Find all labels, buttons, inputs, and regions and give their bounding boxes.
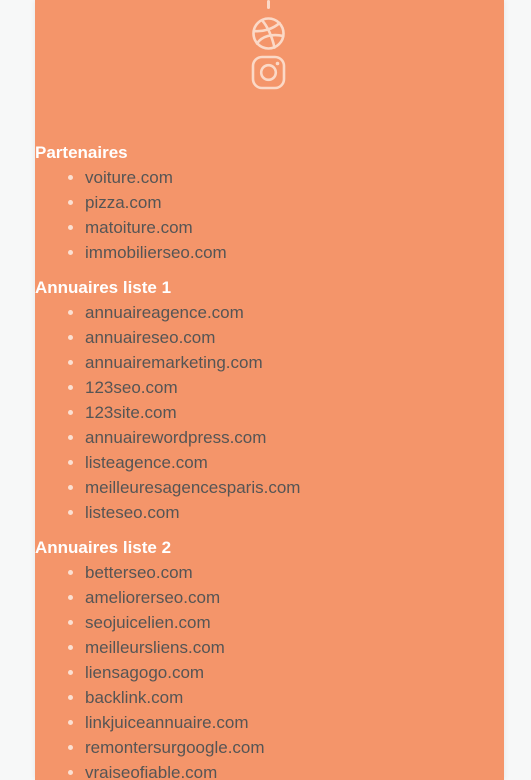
list-item: annuairewordpress.com <box>35 425 504 450</box>
link[interactable]: listeagence.com <box>85 453 208 472</box>
link[interactable]: listeseo.com <box>85 503 179 522</box>
section-partenaires: Partenaires voiture.com pizza.com matoit… <box>35 142 504 265</box>
instagram-icon <box>251 55 286 90</box>
link[interactable]: vraiseofiable.com <box>85 763 217 780</box>
list-item: seojuicelien.com <box>35 610 504 635</box>
link[interactable]: ameliorerseo.com <box>85 588 220 607</box>
list-item: liensagogo.com <box>35 660 504 685</box>
social-icon-partial[interactable] <box>267 0 270 9</box>
section-annuaires-2: Annuaires liste 2 betterseo.com ameliore… <box>35 537 504 780</box>
list-item: backlink.com <box>35 685 504 710</box>
list-item: listeseo.com <box>35 500 504 525</box>
link[interactable]: liensagogo.com <box>85 663 204 682</box>
link[interactable]: backlink.com <box>85 688 183 707</box>
link[interactable]: annuaireseo.com <box>85 328 215 347</box>
link[interactable]: pizza.com <box>85 193 162 212</box>
link-list: voiture.com pizza.com matoiture.com immo… <box>35 165 504 265</box>
list-item: voiture.com <box>35 165 504 190</box>
link[interactable]: annuairewordpress.com <box>85 428 266 447</box>
link[interactable]: linkjuiceannuaire.com <box>85 713 248 732</box>
link[interactable]: meilleursliens.com <box>85 638 225 657</box>
link-list: betterseo.com ameliorerseo.com seojuicel… <box>35 560 504 780</box>
link[interactable]: matoiture.com <box>85 218 193 237</box>
list-item: betterseo.com <box>35 560 504 585</box>
list-item: vraiseofiable.com <box>35 760 504 780</box>
link[interactable]: remontersurgoogle.com <box>85 738 265 757</box>
footer-panel: Partenaires voiture.com pizza.com matoit… <box>35 0 504 780</box>
section-title: Partenaires <box>35 143 128 162</box>
list-item: matoiture.com <box>35 215 504 240</box>
section-title: Annuaires liste 1 <box>35 278 172 297</box>
link[interactable]: annuaireagence.com <box>85 303 244 322</box>
section-title: Annuaires liste 2 <box>35 538 172 557</box>
link[interactable]: meilleuresagencesparis.com <box>85 478 300 497</box>
link[interactable]: 123site.com <box>85 403 177 422</box>
footer-link-lists: Partenaires voiture.com pizza.com matoit… <box>35 142 504 780</box>
list-item: remontersurgoogle.com <box>35 735 504 760</box>
list-item: annuairemarketing.com <box>35 350 504 375</box>
link[interactable]: betterseo.com <box>85 563 193 582</box>
link[interactable]: annuairemarketing.com <box>85 353 263 372</box>
list-item: annuaireagence.com <box>35 300 504 325</box>
link[interactable]: voiture.com <box>85 168 173 187</box>
link[interactable]: immobilierseo.com <box>85 243 227 262</box>
list-item: listeagence.com <box>35 450 504 475</box>
link[interactable]: 123seo.com <box>85 378 178 397</box>
list-item: 123seo.com <box>35 375 504 400</box>
list-item: pizza.com <box>35 190 504 215</box>
dribbble-icon <box>252 17 285 50</box>
list-item: annuaireseo.com <box>35 325 504 350</box>
section-annuaires-1: Annuaires liste 1 annuaireagence.com ann… <box>35 277 504 525</box>
list-item: 123site.com <box>35 400 504 425</box>
list-item: linkjuiceannuaire.com <box>35 710 504 735</box>
list-item: meilleuresagencesparis.com <box>35 475 504 500</box>
list-item: meilleursliens.com <box>35 635 504 660</box>
link[interactable]: seojuicelien.com <box>85 613 211 632</box>
list-item: ameliorerseo.com <box>35 585 504 610</box>
list-item: immobilierseo.com <box>35 240 504 265</box>
link-list: annuaireagence.com annuaireseo.com annua… <box>35 300 504 525</box>
